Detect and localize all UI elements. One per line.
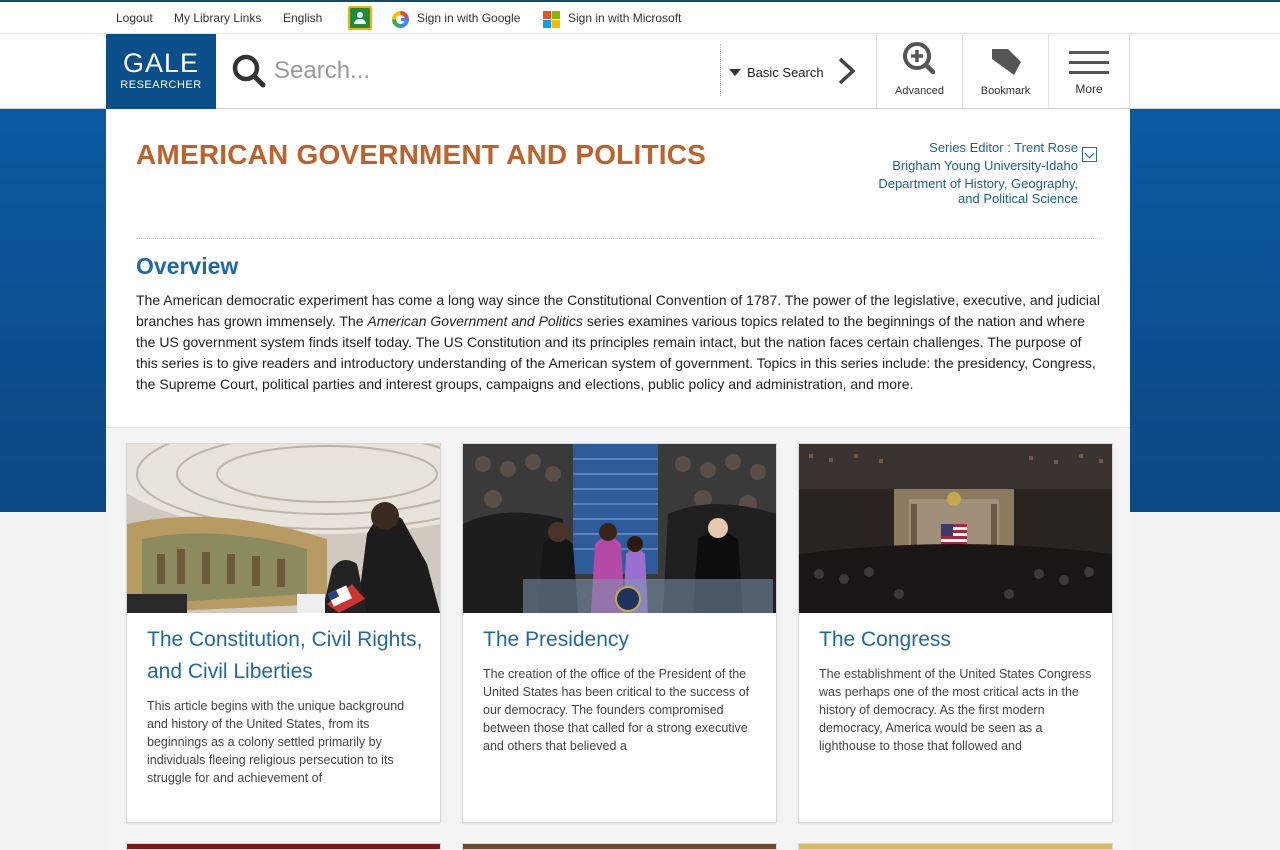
bookmark-icon xyxy=(991,49,1021,75)
zoom-plus-icon xyxy=(902,42,935,75)
overview-text: The American democratic experiment has c… xyxy=(136,290,1104,395)
topic-title[interactable]: The Constitution, Civil Rights, and Civi… xyxy=(147,624,427,688)
topic-card[interactable]: The Presidency The creation of the offic… xyxy=(462,443,777,823)
library-links-link[interactable]: My Library Links xyxy=(174,11,261,25)
caret-down-icon xyxy=(729,68,741,76)
search-input[interactable] xyxy=(274,52,704,90)
microsoft-signin-link[interactable]: Sign in with Microsoft xyxy=(568,11,681,25)
logo-line1: GALE xyxy=(122,48,200,78)
topic-card[interactable]: The Congress The establishment of the Un… xyxy=(798,443,1113,823)
topic-card-peek[interactable] xyxy=(798,843,1113,850)
advanced-search-button[interactable]: Advanced xyxy=(876,34,962,109)
logout-link[interactable]: Logout xyxy=(116,11,153,25)
microsoft-icon xyxy=(543,11,560,28)
more-menu-button[interactable]: More xyxy=(1048,34,1130,109)
topic-description: This article begins with the unique back… xyxy=(147,699,405,785)
editor-expand-toggle[interactable] xyxy=(1082,147,1097,162)
gale-logo[interactable]: GALE RESEARCHER xyxy=(106,34,216,109)
page-title: AMERICAN GOVERNMENT AND POLITICS xyxy=(136,139,707,170)
hamburger-menu-icon xyxy=(1069,51,1109,74)
topic-description: The creation of the office of the Presid… xyxy=(483,667,750,753)
chevron-right-icon[interactable] xyxy=(836,56,858,86)
advanced-label: Advanced xyxy=(895,85,944,97)
topic-description: The establishment of the United States C… xyxy=(819,667,1092,753)
topic-image xyxy=(463,444,776,613)
google-icon xyxy=(392,11,409,28)
search-icon[interactable] xyxy=(231,53,267,89)
header: GALE RESEARCHER Basic Search Advanced Bo… xyxy=(0,34,1280,109)
topic-title[interactable]: The Presidency xyxy=(483,624,763,656)
search-mode-label: Basic Search xyxy=(747,64,824,80)
editor-line2: Brigham Young University-Idaho xyxy=(892,158,1078,173)
series-overview-card: AMERICAN GOVERNMENT AND POLITICS Series … xyxy=(106,109,1130,427)
topic-image xyxy=(127,444,440,613)
series-editor-info[interactable]: Series Editor : Trent Rose Brigham Young… xyxy=(878,139,1078,208)
topic-title[interactable]: The Congress xyxy=(819,624,1099,656)
utility-bar: Logout My Library Links English Sign in … xyxy=(0,0,1280,34)
series-name-italic: American Government and Politics xyxy=(367,313,583,329)
search-divider xyxy=(720,44,721,96)
google-classroom-icon[interactable] xyxy=(348,6,372,30)
search-mode-dropdown[interactable]: Basic Search xyxy=(729,60,824,84)
bookmark-label: Bookmark xyxy=(980,85,1031,97)
topic-card-peek[interactable] xyxy=(126,843,441,850)
divider xyxy=(136,238,1100,239)
topic-image xyxy=(799,444,1112,613)
topic-card-peek[interactable] xyxy=(462,843,777,850)
bookmark-button[interactable]: Bookmark xyxy=(962,34,1048,109)
google-signin-link[interactable]: Sign in with Google xyxy=(417,11,520,25)
editor-line1: Series Editor : Trent Rose xyxy=(929,140,1078,155)
logo-line2: RESEARCHER xyxy=(120,79,202,91)
topic-card[interactable]: The Constitution, Civil Rights, and Civi… xyxy=(126,443,441,823)
more-label: More xyxy=(1075,82,1103,96)
language-selector[interactable]: English xyxy=(283,11,322,25)
overview-heading: Overview xyxy=(136,253,239,279)
